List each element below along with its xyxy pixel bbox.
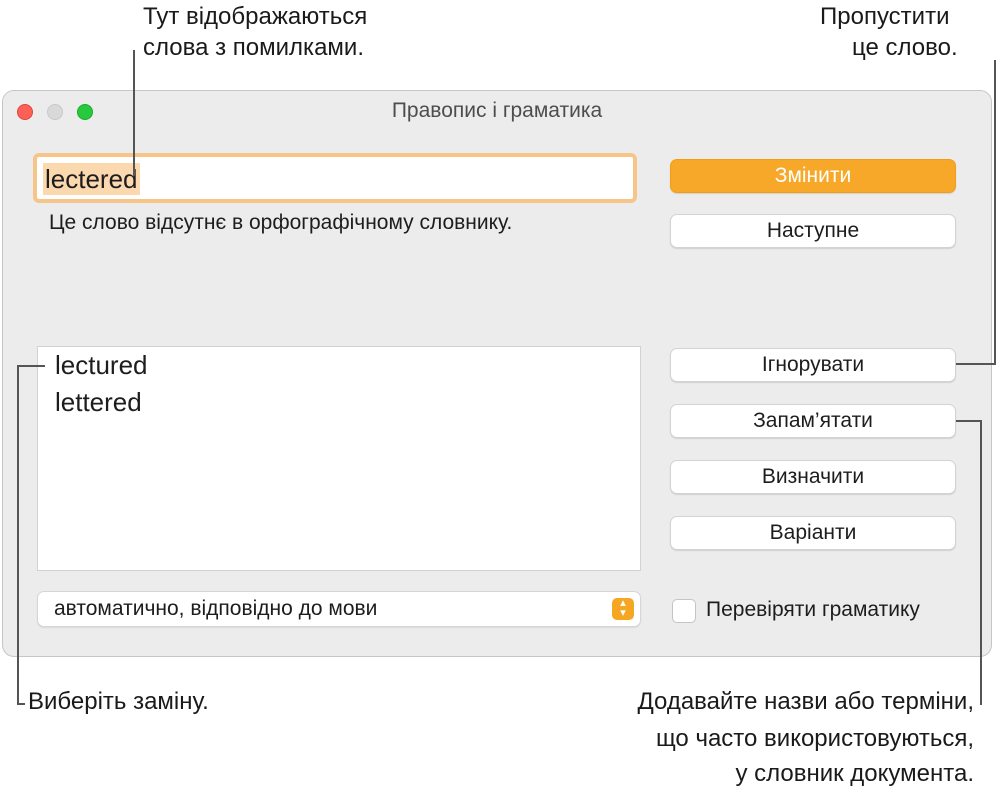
spelling-grammar-window: Правопис і граматика lectered Це слово в… — [2, 90, 992, 657]
guess-button[interactable]: Варіанти — [670, 516, 956, 550]
learn-button[interactable]: Запам’ятати — [670, 404, 956, 438]
guess-item[interactable]: lettered — [55, 386, 142, 418]
misspelled-word-field[interactable]: lectered — [33, 153, 637, 203]
guess-item[interactable]: lectured — [55, 349, 148, 381]
callout-choose: Виберіть заміну. — [28, 688, 209, 715]
check-grammar-checkbox[interactable] — [672, 599, 696, 623]
misspelled-word-text: lectered — [43, 163, 140, 195]
language-select[interactable]: автоматично, відповідно до мови ▴ ▾ — [37, 591, 641, 627]
callout-misspelled-line2: слова з помилками. — [143, 34, 364, 61]
title-bar[interactable]: Правопис і граматика — [3, 91, 991, 131]
change-button[interactable]: Змінити — [670, 159, 956, 193]
guesses-list[interactable]: lectured lettered — [37, 346, 641, 571]
status-message: Це слово відсутнє в орфографічному словн… — [49, 211, 513, 234]
callout-learn-line2: що часто використовуються, — [655, 725, 974, 752]
leader-line-choose-tick — [17, 365, 45, 367]
chevron-up-down-icon: ▴ ▾ — [612, 598, 634, 620]
leader-line-learn-tick — [956, 420, 982, 422]
define-button[interactable]: Визначити — [670, 460, 956, 494]
leader-line-ignore-tick — [956, 363, 996, 365]
callout-learn-line1: Додавайте назви або терміни, — [637, 688, 974, 715]
find-next-button[interactable]: Наступне — [670, 214, 956, 248]
callout-misspelled-line1: Тут відображаються — [143, 3, 368, 30]
check-grammar-label: Перевіряти граматику — [706, 598, 920, 621]
callout-ignore-line2: це слово. — [852, 34, 958, 61]
callout-learn-line3: у словник документа. — [735, 760, 974, 787]
leader-line-choose-end — [17, 703, 25, 705]
ignore-button[interactable]: Ігнорувати — [670, 348, 956, 382]
window-title: Правопис і граматика — [391, 99, 603, 122]
language-select-value: автоматично, відповідно до мови — [54, 597, 378, 620]
leader-line-choose — [17, 365, 19, 705]
callout-ignore-line1: Пропустити — [820, 3, 950, 30]
leader-line-misspelled — [133, 50, 135, 176]
leader-line-learn — [980, 420, 982, 705]
